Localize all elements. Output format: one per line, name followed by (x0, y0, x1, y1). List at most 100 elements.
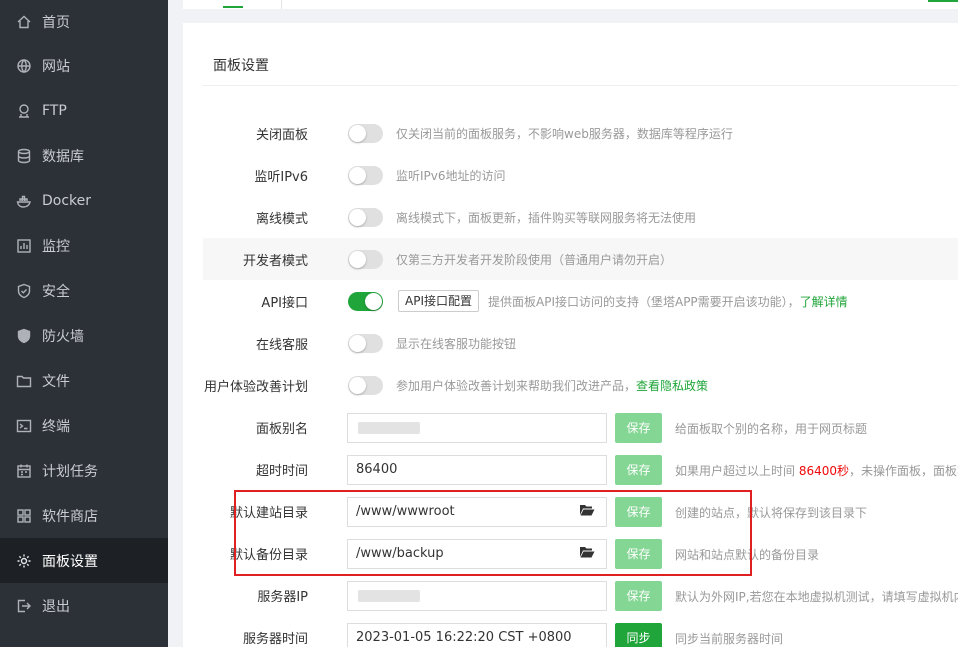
setting-row-close-panel: 关闭面板 仅关闭当前的面板服务，不影响web服务器，数据库等程序运行 (203, 112, 958, 154)
folder-icon (16, 373, 32, 389)
setting-row-developer: 开发者模式 仅第三方开发者开发阶段使用（普通用户请勿开启） (203, 238, 958, 280)
setting-description: 提供面板API接口访问的支持（堡塔APP需要开启该功能），了解详情 (488, 293, 848, 310)
sidebar-item-label: 计划任务 (42, 463, 98, 480)
setting-label: 离线模式 (255, 211, 308, 227)
setting-row-ipv6: 监听IPv6 监听IPv6地址的访问 (203, 154, 958, 196)
setting-label: 关闭面板 (255, 127, 308, 143)
backup-dir-input[interactable]: /www/backup (347, 539, 568, 569)
save-server-ip-button[interactable]: 保存 (615, 581, 662, 611)
setting-description: 离线模式下，面板更新，插件购买等联网服务将无法使用 (396, 211, 697, 225)
apps-icon (16, 508, 32, 524)
sidebar-item-label: 安全 (42, 283, 70, 300)
api-toggle[interactable] (348, 292, 383, 311)
setting-description: 如果用户超过以上时间 86400秒，未操作面板，面板将 (675, 462, 958, 479)
setting-row-alias: 面板别名 保存 给面板取个别的名称，用于网页标题 (203, 406, 958, 448)
save-site-dir-button[interactable]: 保存 (615, 497, 662, 527)
site-dir-browse-button[interactable] (567, 497, 607, 527)
folder-open-icon (579, 503, 595, 521)
home-icon (16, 14, 32, 30)
server-time-field: 2023-01-05 16:22:20 CST +0800 (347, 623, 607, 647)
sidebar-item-home[interactable]: 首页 (0, 0, 168, 43)
panel-alias-input[interactable] (347, 413, 607, 443)
close-panel-toggle[interactable] (348, 124, 383, 143)
title-divider (203, 85, 958, 86)
sidebar-item-database[interactable]: 数据库 (0, 133, 168, 178)
setting-label: 默认备份目录 (229, 547, 308, 563)
setting-description: 创建的站点，默认将保存到该目录下 (675, 506, 868, 520)
ux-desc-text: 参加用户体验改善计划来帮助我们改进产品， (396, 379, 637, 393)
sidebar-item-docker[interactable]: Docker (0, 178, 168, 223)
setting-label: 超时时间 (255, 463, 308, 479)
setting-row-ux-program: 用户体验改善计划 参加用户体验改善计划来帮助我们改进产品，查看隐私政策 (203, 364, 958, 406)
shield-icon (16, 283, 32, 299)
sidebar-item-label: FTP (42, 102, 67, 119)
online-service-toggle[interactable] (348, 334, 383, 353)
ux-program-toggle[interactable] (348, 376, 383, 395)
database-icon (16, 148, 32, 164)
top-tab-bar (183, 0, 958, 9)
learn-more-link[interactable]: 了解详情 (800, 295, 848, 309)
sidebar-item-label: 面板设置 (42, 553, 98, 570)
setting-description: 默认为外网IP,若您在本地虚拟机测试，请填写虚拟机内 (675, 590, 958, 604)
page-title: 面板设置 (213, 58, 269, 74)
setting-label: 开发者模式 (242, 253, 308, 269)
setting-description: 监听IPv6地址的访问 (396, 169, 506, 183)
active-tab-indicator (223, 6, 243, 8)
timeout-desc-prefix: 如果用户超过以上时间 (675, 464, 799, 478)
timeout-input[interactable]: 86400 (347, 455, 607, 485)
setting-label: 监听IPv6 (254, 169, 308, 185)
sidebar-item-ftp[interactable]: FTP (0, 88, 168, 133)
sidebar-item-logout[interactable]: 退出 (0, 583, 168, 628)
sidebar-item-label: 防火墙 (42, 328, 84, 345)
setting-row-backup-dir: 默认备份目录 /www/backup 保存 网站和站点默认的备份目录 (203, 532, 958, 574)
setting-row-timeout: 超时时间 86400 保存 如果用户超过以上时间 86400秒，未操作面板，面板… (203, 448, 958, 490)
setting-row-site-dir: 默认建站目录 /www/wwwroot 保存 创建的站点，默认将保存到该目录下 (203, 490, 958, 532)
panel-settings-card: 面板设置 关闭面板 仅关闭当前的面板服务，不影响web服务器，数据库等程序运行 … (183, 23, 958, 647)
sidebar-item-label: 文件 (42, 373, 70, 390)
sidebar-item-label: 监控 (42, 238, 70, 255)
server-ip-input[interactable] (347, 581, 607, 611)
calendar-icon (16, 463, 32, 479)
setting-description: 仅第三方开发者开发阶段使用（普通用户请勿开启） (396, 253, 673, 267)
folder-open-icon (579, 545, 595, 563)
privacy-policy-link[interactable]: 查看隐私政策 (636, 379, 708, 393)
tab-divider (281, 0, 282, 9)
tab-indicator (928, 0, 958, 2)
monitor-icon (16, 238, 32, 254)
timeout-desc-value: 86400秒 (798, 464, 850, 478)
save-timeout-button[interactable]: 保存 (615, 455, 662, 485)
sync-time-button[interactable]: 同步 (615, 623, 662, 647)
sidebar-item-label: 数据库 (42, 148, 84, 165)
setting-label: 服务器IP (257, 589, 308, 605)
setting-description: 同步当前服务器时间 (675, 632, 784, 646)
sidebar-item-cron[interactable]: 计划任务 (0, 448, 168, 493)
globe-icon (16, 58, 32, 74)
setting-row-online-service: 在线客服 显示在线客服功能按钮 (203, 322, 958, 364)
sidebar-item-label: 退出 (42, 598, 70, 615)
api-config-button[interactable]: API接口配置 (398, 290, 479, 312)
ipv6-toggle[interactable] (348, 166, 383, 185)
ftp-icon (16, 103, 32, 119)
save-backup-dir-button[interactable]: 保存 (615, 539, 662, 569)
offline-mode-toggle[interactable] (348, 208, 383, 227)
setting-description: 参加用户体验改善计划来帮助我们改进产品，查看隐私政策 (396, 377, 708, 394)
developer-mode-toggle[interactable] (348, 250, 383, 269)
site-dir-input[interactable]: /www/wwwroot (347, 497, 568, 527)
sidebar-item-monitor[interactable]: 监控 (0, 223, 168, 268)
sidebar-item-label: Docker (42, 192, 92, 209)
sidebar-item-panel-settings[interactable]: 面板设置 (0, 538, 168, 583)
sidebar-item-label: 终端 (42, 418, 70, 435)
sidebar-item-terminal[interactable]: 终端 (0, 403, 168, 448)
sidebar-item-firewall[interactable]: 防火墙 (0, 313, 168, 358)
setting-row-server-ip: 服务器IP 保存 默认为外网IP,若您在本地虚拟机测试，请填写虚拟机内 (203, 574, 958, 616)
setting-description: 显示在线客服功能按钮 (396, 337, 517, 351)
sidebar-item-app-store[interactable]: 软件商店 (0, 493, 168, 538)
sidebar-item-files[interactable]: 文件 (0, 358, 168, 403)
save-alias-button[interactable]: 保存 (615, 413, 662, 443)
backup-dir-browse-button[interactable] (567, 539, 607, 569)
sidebar-item-security[interactable]: 安全 (0, 268, 168, 313)
sidebar-item-label: 首页 (42, 14, 70, 31)
sidebar-item-label: 软件商店 (42, 508, 98, 525)
sidebar-item-websites[interactable]: 网站 (0, 43, 168, 88)
sidebar: 首页 网站 FTP 数据库 Docker 监控 安全 防火墙 文件 终端 计划任… (0, 0, 168, 647)
